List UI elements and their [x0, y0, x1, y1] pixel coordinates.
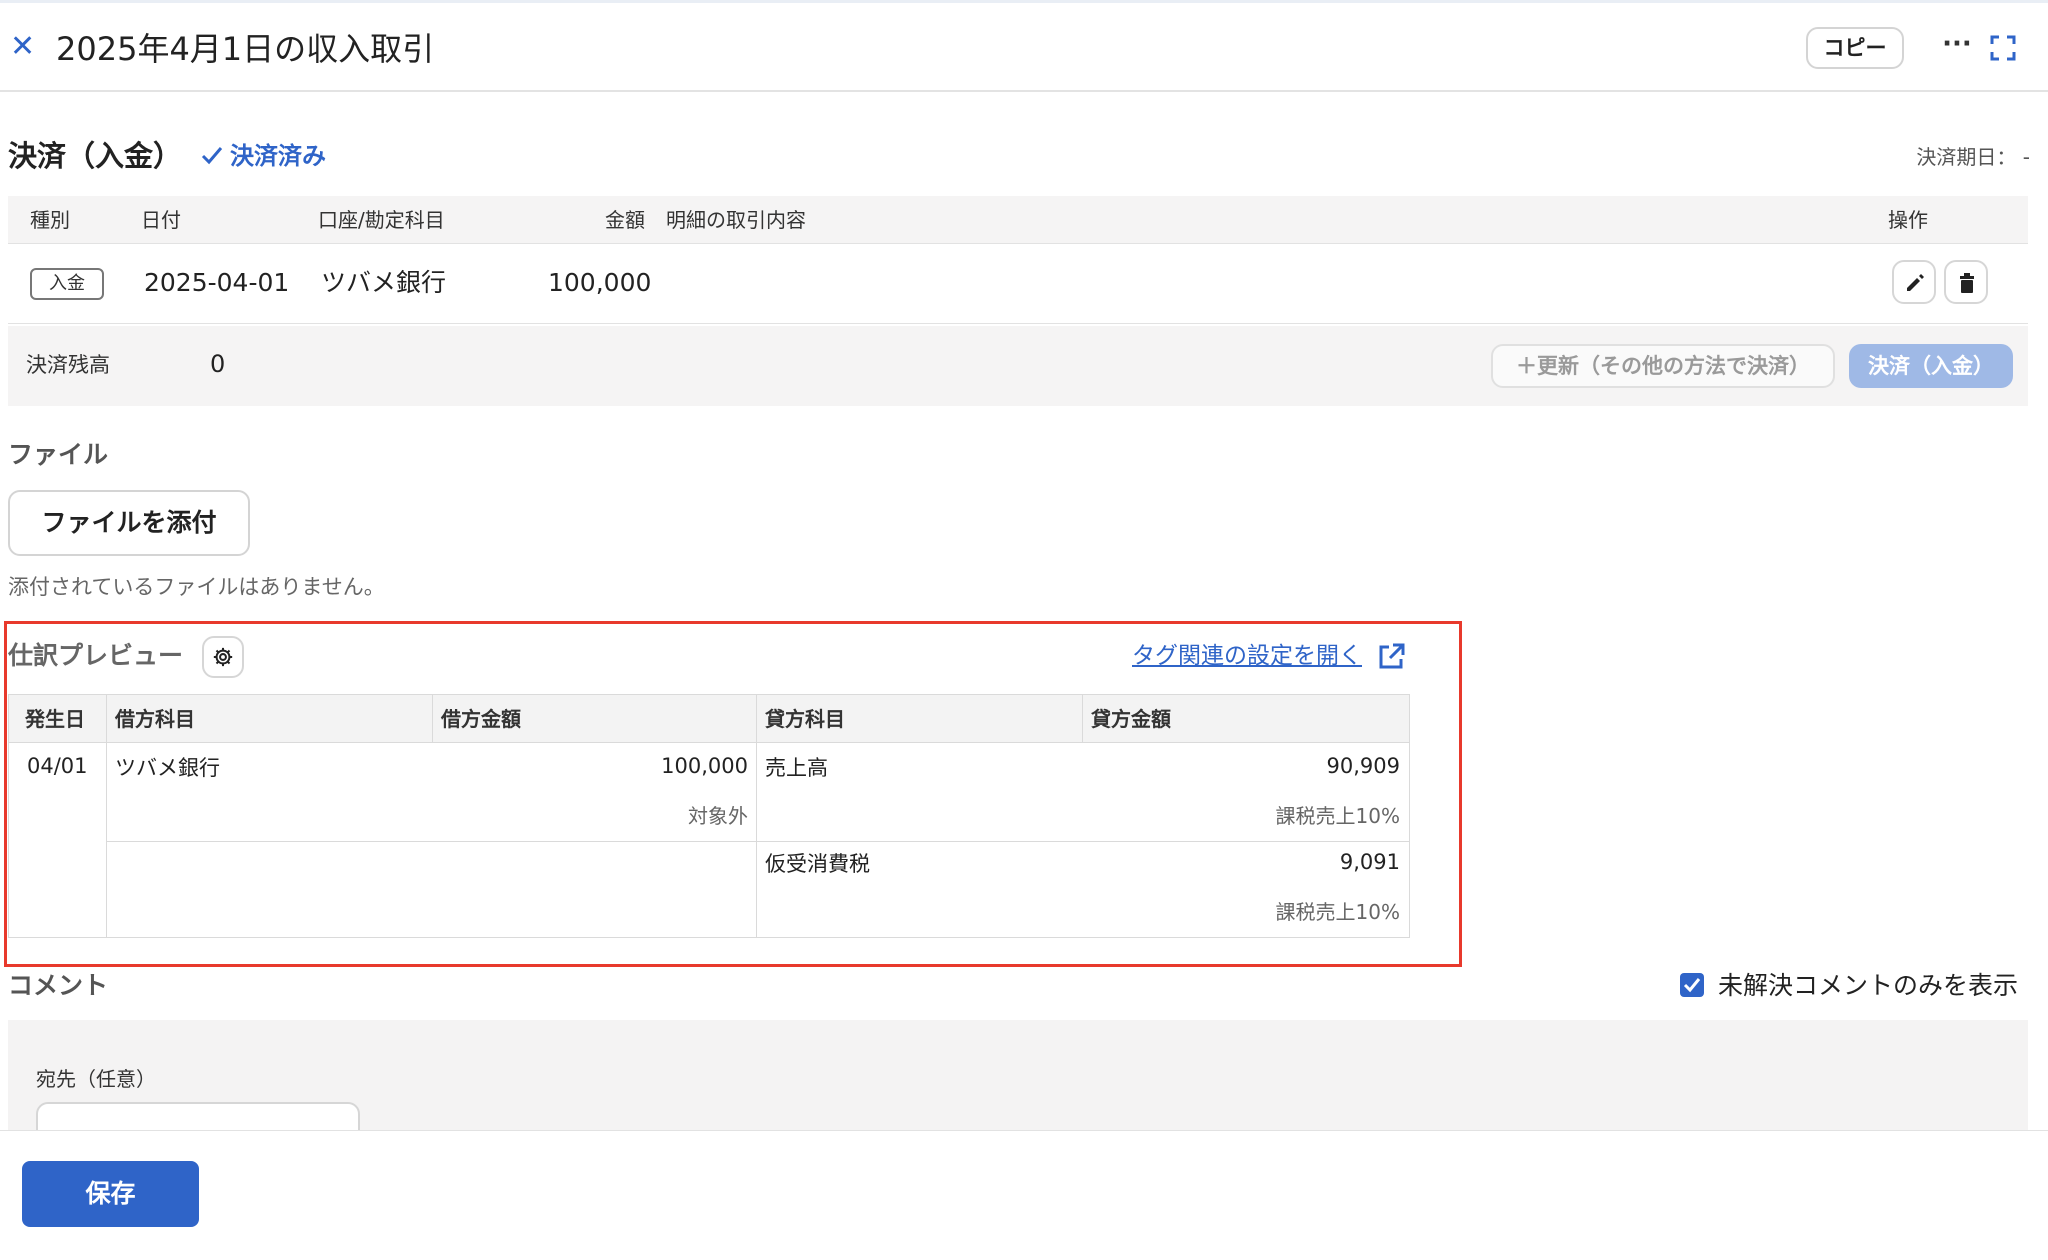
- settlement-row: 入金 2025-04-01 ツバメ銀行 100,000: [8, 244, 2028, 324]
- more-options-button[interactable]: ···: [1940, 29, 1974, 67]
- to-label: 宛先（任意）: [36, 1067, 156, 1091]
- delete-button[interactable]: [1944, 260, 1988, 304]
- no-files-text: 添付されているファイルはありません。: [8, 575, 385, 599]
- journal-table: 発生日 借方科目 借方金額 貸方科目 貸方金額 04/01 ツバメ銀行 100,…: [8, 694, 1410, 938]
- divider: [1082, 695, 1083, 743]
- files-title: ファイル: [8, 440, 109, 469]
- divider: [106, 695, 107, 937]
- attach-file-button[interactable]: ファイルを添付: [8, 490, 250, 556]
- unresolved-only-checkbox[interactable]: [1680, 973, 1704, 997]
- journal-settings-button[interactable]: [202, 636, 244, 678]
- save-button[interactable]: 保存: [22, 1161, 199, 1227]
- external-link-icon[interactable]: [1376, 642, 1406, 672]
- expand-icon[interactable]: [1990, 35, 2016, 61]
- journal-credit-tax: 課税売上10%: [1275, 900, 1400, 924]
- close-icon[interactable]: ✕: [10, 29, 36, 65]
- settlement-account: ツバメ銀行: [321, 268, 447, 297]
- check-icon: [201, 147, 223, 165]
- col-actions: 操作: [1888, 208, 1928, 232]
- page-title: 2025年4月1日の収入取引: [56, 30, 435, 68]
- edit-button[interactable]: [1892, 260, 1936, 304]
- divider: [432, 695, 433, 743]
- col-kind: 種別: [30, 208, 70, 232]
- journal-table-header: 発生日 借方科目 借方金額 貸方科目 貸方金額: [9, 695, 1409, 743]
- settlement-status-label: 決済済み: [230, 142, 326, 170]
- balance-label: 決済残高: [26, 353, 110, 377]
- pencil-icon: [1907, 274, 1924, 291]
- journal-credit-account: 仮受消費税: [765, 852, 870, 876]
- settlement-amount: 100,000: [548, 268, 652, 297]
- journal-debit-account: ツバメ銀行: [115, 756, 220, 780]
- col-date: 日付: [141, 208, 181, 232]
- kind-badge: 入金: [30, 268, 104, 300]
- jcol-date: 発生日: [25, 707, 85, 731]
- trash-icon: [1960, 273, 1974, 293]
- settle-deposit-button[interactable]: 決済（入金）: [1849, 344, 2013, 388]
- copy-button[interactable]: コピー: [1806, 27, 1904, 69]
- journal-date: 04/01: [27, 754, 88, 778]
- due-date-label: 決済期日：: [1916, 145, 2017, 169]
- journal-credit-amount: 90,909: [1326, 754, 1400, 778]
- due-date-value: -: [2022, 145, 2030, 169]
- header-bar: ✕ 2025年4月1日の収入取引 コピー ···: [0, 0, 2048, 92]
- journal-credit-tax: 課税売上10%: [1275, 804, 1400, 828]
- unresolved-only-label[interactable]: 未解決コメントのみを表示: [1718, 968, 2018, 1004]
- comments-title: コメント: [8, 971, 109, 1000]
- settlement-date: 2025-04-01: [144, 268, 290, 297]
- col-detail: 明細の取引内容: [666, 208, 806, 232]
- settlement-table-header: 種別 日付 口座/勘定科目 金額 明細の取引内容 操作: [8, 196, 2028, 244]
- journal-debit-amount: 100,000: [661, 754, 748, 778]
- tag-settings-link[interactable]: タグ関連の設定を開く: [1132, 638, 1362, 674]
- jcol-debit-amount: 借方金額: [441, 707, 521, 731]
- jcol-credit-amount: 貸方金額: [1091, 707, 1171, 731]
- gear-icon: [213, 647, 233, 667]
- journal-preview-title: 仕訳プレビュー: [8, 641, 184, 670]
- update-other-method-button[interactable]: ＋更新（その他の方法で決済）: [1491, 344, 1835, 388]
- col-amount: 金額: [605, 208, 645, 232]
- comment-form: 宛先（任意）: [8, 1020, 2028, 1142]
- col-account: 口座/勘定科目: [318, 208, 445, 232]
- balance-value: 0: [210, 350, 226, 378]
- settlement-title: 決済（入金）: [8, 139, 183, 173]
- footer-bar: 保存: [0, 1130, 2048, 1260]
- due-date: 決済期日： -: [1916, 142, 2030, 172]
- journal-credit-account: 売上高: [765, 756, 828, 780]
- settlement-status: 決済済み: [200, 138, 326, 174]
- jcol-debit-account: 借方科目: [115, 707, 195, 731]
- balance-row: 決済残高 0 ＋更新（その他の方法で決済） 決済（入金）: [8, 326, 2028, 406]
- jcol-credit-account: 貸方科目: [765, 707, 845, 731]
- divider: [756, 695, 757, 937]
- journal-debit-tax: 対象外: [688, 804, 748, 828]
- divider: [106, 841, 1409, 842]
- journal-credit-amount: 9,091: [1339, 850, 1400, 874]
- check-icon: [1683, 978, 1701, 993]
